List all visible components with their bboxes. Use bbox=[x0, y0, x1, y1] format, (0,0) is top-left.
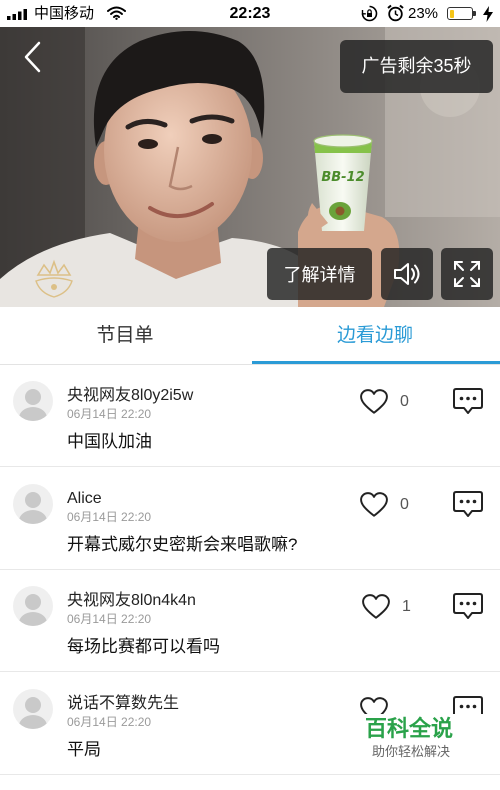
battery-nub bbox=[473, 11, 476, 16]
ad-countdown: 广告剩余35秒 bbox=[340, 40, 493, 93]
battery-icon bbox=[447, 7, 473, 20]
comment-time: 06月14日 22:20 bbox=[67, 510, 152, 524]
comment-icon[interactable] bbox=[452, 592, 484, 620]
avatar-placeholder-icon[interactable] bbox=[13, 484, 53, 524]
comment-item: Alice 06月14日 22:20 开幕式威尔史密斯会来唱歌嘛? 0 bbox=[0, 468, 500, 570]
tab-program-list[interactable]: 节目单 bbox=[0, 307, 250, 364]
fullscreen-button[interactable] bbox=[441, 248, 493, 300]
learn-more-button[interactable]: 了解详情 bbox=[267, 248, 372, 300]
active-tab-indicator bbox=[252, 361, 500, 364]
comment-author[interactable]: 央视网友8l0n4k4n bbox=[67, 591, 196, 611]
status-bar: 中国移动 22:23 23% bbox=[0, 0, 500, 27]
carrier-name: 中国移动 bbox=[34, 5, 95, 22]
heart-icon[interactable] bbox=[360, 492, 388, 518]
like-count: 1 bbox=[402, 598, 411, 615]
battery-fill bbox=[449, 9, 455, 18]
site-watermark: 百科全说 助你轻松解决 bbox=[358, 714, 484, 764]
brand-logo-icon bbox=[35, 259, 73, 298]
volume-icon bbox=[394, 263, 420, 285]
comment-time: 06月14日 22:20 bbox=[67, 407, 152, 421]
avatar-placeholder-icon[interactable] bbox=[13, 586, 53, 626]
wifi-icon bbox=[107, 6, 126, 20]
comment-item: 央视网友8l0y2i5w 06月14日 22:20 中国队加油 0 bbox=[0, 365, 500, 467]
comment-author[interactable]: 央视网友8l0y2i5w bbox=[67, 386, 193, 406]
comment-icon[interactable] bbox=[452, 490, 484, 518]
comment-time: 06月14日 22:20 bbox=[67, 715, 152, 729]
heart-icon[interactable] bbox=[360, 389, 388, 415]
like-count: 0 bbox=[400, 496, 409, 513]
comment-text: 平局 bbox=[67, 740, 101, 759]
avatar-placeholder-icon[interactable] bbox=[13, 689, 53, 729]
video-player[interactable]: BB-12 广告剩余35秒 了解详情 bbox=[0, 27, 500, 307]
watermark-title: 百科全说 bbox=[365, 716, 454, 741]
avatar-placeholder-icon[interactable] bbox=[13, 381, 53, 421]
comment-author[interactable]: 说话不算数先生 bbox=[67, 694, 179, 714]
back-button[interactable] bbox=[18, 39, 46, 75]
comment-time: 06月14日 22:20 bbox=[67, 612, 152, 626]
volume-button[interactable] bbox=[381, 248, 433, 300]
product-label: BB-12 bbox=[321, 170, 364, 185]
app-screen: 中国移动 22:23 23% BB-12 广告剩余35秒 了解详情 节目单 边看… bbox=[0, 0, 500, 790]
comment-item: 央视网友8l0n4k4n 06月14日 22:20 每场比赛都可以看吗 1 bbox=[0, 570, 500, 672]
comment-text: 开幕式威尔史密斯会来唱歌嘛? bbox=[67, 535, 298, 554]
comment-text: 中国队加油 bbox=[67, 432, 152, 451]
heart-icon[interactable] bbox=[362, 594, 390, 620]
comment-text: 每场比赛都可以看吗 bbox=[67, 637, 220, 656]
back-icon bbox=[24, 41, 41, 73]
watermark-subtitle: 助你轻松解决 bbox=[372, 744, 451, 759]
charging-icon bbox=[483, 6, 493, 22]
like-count: 0 bbox=[400, 393, 409, 410]
signal-icon bbox=[7, 9, 27, 20]
alarm-icon bbox=[387, 4, 404, 22]
comment-icon[interactable] bbox=[452, 387, 484, 415]
fullscreen-icon bbox=[454, 261, 480, 287]
comment-author[interactable]: Alice bbox=[67, 489, 102, 509]
clock: 22:23 bbox=[229, 5, 271, 22]
battery-percentage: 23% bbox=[408, 5, 439, 22]
tab-bar: 节目单 边看边聊 bbox=[0, 307, 500, 365]
tab-live-chat[interactable]: 边看边聊 bbox=[250, 307, 500, 364]
rotation-lock-icon bbox=[361, 5, 378, 22]
